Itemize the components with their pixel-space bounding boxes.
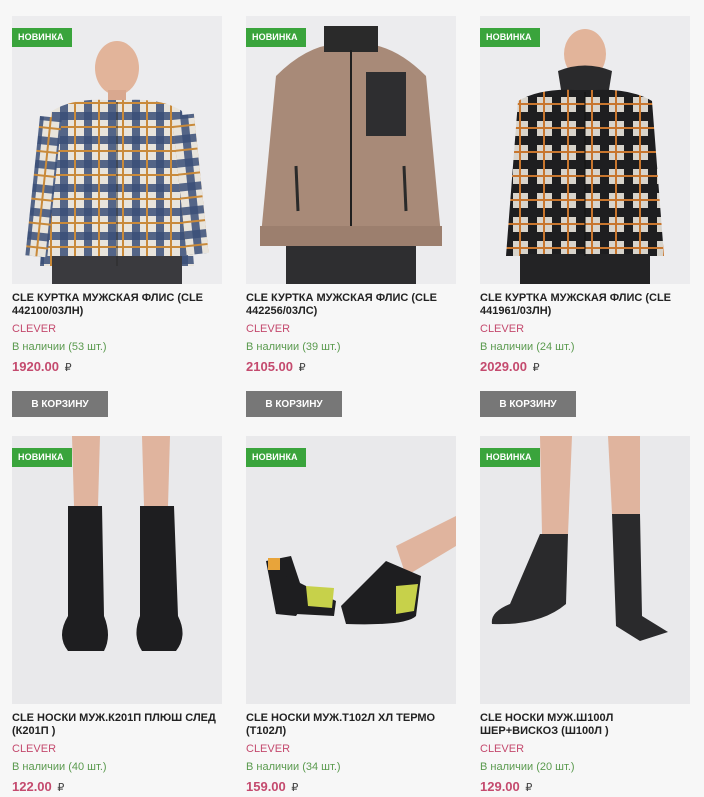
price-value: 2029.00 — [480, 359, 527, 374]
new-badge: НОВИНКА — [480, 28, 540, 47]
stock-status: В наличии (53 шт.) — [12, 341, 107, 353]
stock-status: В наличии (24 шт.) — [480, 341, 575, 353]
currency-icon: ₽ — [532, 362, 540, 374]
currency-icon: ₽ — [298, 362, 306, 374]
product-brand[interactable]: CLEVER — [12, 743, 222, 756]
product-price: 122.00 ₽ — [12, 779, 222, 796]
product-title[interactable]: CLE КУРТКА МУЖСКАЯ ФЛИС (CLE 442256/03ЛС… — [246, 292, 456, 318]
add-to-cart-button[interactable]: В КОРЗИНУ — [12, 391, 108, 417]
stock-status: В наличии (39 шт.) — [246, 341, 341, 353]
product-brand[interactable]: CLEVER — [480, 743, 690, 756]
price-value: 2105.00 — [246, 359, 293, 374]
price-value: 1920.00 — [12, 359, 59, 374]
product-card[interactable]: НОВИНКА CLE НОСКИ МУЖ.Т102Л ХЛ ТЕРМО (Т1… — [246, 436, 456, 796]
product-title[interactable]: CLE КУРТКА МУЖСКАЯ ФЛИС (CLE 442100/03ЛН… — [12, 292, 222, 318]
product-image[interactable]: НОВИНКА — [246, 16, 456, 284]
currency-icon: ₽ — [525, 782, 533, 794]
product-title[interactable]: CLE НОСКИ МУЖ.Т102Л ХЛ ТЕРМО (Т102Л) — [246, 712, 456, 738]
product-card[interactable]: НОВИНКА CLE НОСКИ МУЖ.Ш100Л ШЕР+ВИСКОЗ (… — [480, 436, 690, 796]
new-badge: НОВИНКА — [12, 448, 72, 467]
product-image[interactable]: НОВИНКА — [480, 436, 690, 704]
currency-icon: ₽ — [57, 782, 65, 794]
product-brand[interactable]: CLEVER — [246, 323, 456, 336]
product-price: 1920.00 ₽ — [12, 359, 222, 376]
product-price: 159.00 ₽ — [246, 779, 456, 796]
product-brand[interactable]: CLEVER — [12, 323, 222, 336]
price-value: 129.00 — [480, 779, 520, 794]
new-badge: НОВИНКА — [480, 448, 540, 467]
product-card[interactable]: НОВИНКА CLE НОСКИ МУЖ.К201П ПЛЮШ СЛЕД (К… — [12, 436, 222, 796]
product-image[interactable]: НОВИНКА — [12, 16, 222, 284]
new-badge: НОВИНКА — [12, 28, 72, 47]
product-image[interactable]: НОВИНКА — [480, 16, 690, 284]
product-image[interactable]: НОВИНКА — [12, 436, 222, 704]
product-price: 129.00 ₽ — [480, 779, 690, 796]
new-badge: НОВИНКА — [246, 448, 306, 467]
product-image[interactable]: НОВИНКА — [246, 436, 456, 704]
currency-icon: ₽ — [291, 782, 299, 794]
stock-status: В наличии (20 шт.) — [480, 761, 575, 773]
add-to-cart-button[interactable]: В КОРЗИНУ — [246, 391, 342, 417]
price-value: 159.00 — [246, 779, 286, 794]
product-card[interactable]: НОВИНКА CLE КУРТКА МУЖСКАЯ ФЛИС (CLE 441… — [480, 16, 690, 417]
product-card[interactable]: НОВИНКА CLE КУРТКА МУЖСКАЯ ФЛИС (CLE 442… — [12, 16, 222, 417]
price-value: 122.00 — [12, 779, 52, 794]
add-to-cart-button[interactable]: В КОРЗИНУ — [480, 391, 576, 417]
product-brand[interactable]: CLEVER — [480, 323, 690, 336]
new-badge: НОВИНКА — [246, 28, 306, 47]
product-title[interactable]: CLE КУРТКА МУЖСКАЯ ФЛИС (CLE 441961/03ЛН… — [480, 292, 690, 318]
stock-status: В наличии (40 шт.) — [12, 761, 107, 773]
product-title[interactable]: CLE НОСКИ МУЖ.Ш100Л ШЕР+ВИСКОЗ (Ш100Л ) — [480, 712, 690, 738]
product-title[interactable]: CLE НОСКИ МУЖ.К201П ПЛЮШ СЛЕД (К201П ) — [12, 712, 222, 738]
product-brand[interactable]: CLEVER — [246, 743, 456, 756]
stock-status: В наличии (34 шт.) — [246, 761, 341, 773]
product-price: 2029.00 ₽ — [480, 359, 690, 376]
currency-icon: ₽ — [64, 362, 72, 374]
product-card[interactable]: НОВИНКА CLE КУРТКА МУЖСКАЯ ФЛИС (CLE 442… — [246, 16, 456, 417]
product-price: 2105.00 ₽ — [246, 359, 456, 376]
